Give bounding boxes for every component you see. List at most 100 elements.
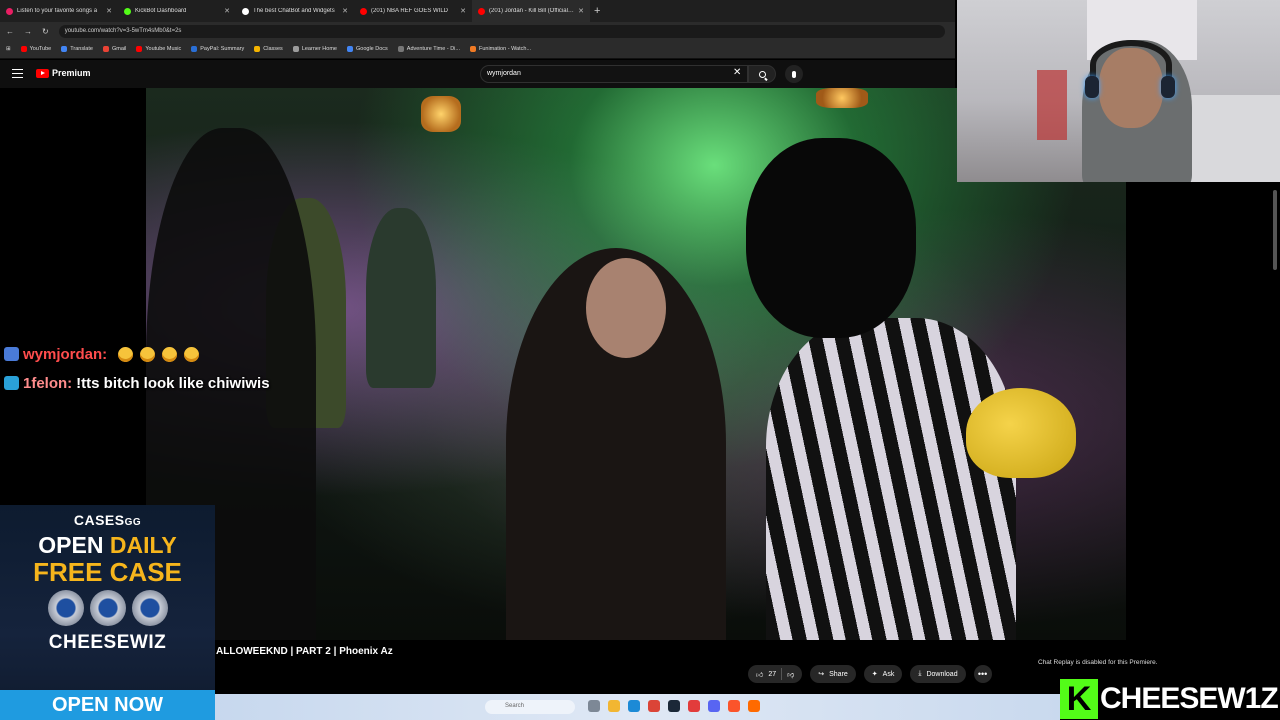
menu-icon[interactable] — [12, 69, 23, 78]
bookmark-icon — [397, 46, 404, 52]
more-actions-icon[interactable]: ••• — [973, 665, 992, 683]
headset-earcup — [1161, 76, 1175, 98]
steam-icon[interactable] — [668, 700, 680, 712]
task-view-icon[interactable] — [588, 700, 600, 712]
youtube-logo[interactable]: Premium — [36, 68, 91, 78]
bookmark-label: Classes — [263, 46, 283, 52]
favicon-icon — [478, 7, 485, 15]
ask-button[interactable]: ✦ Ask — [863, 665, 903, 683]
video-actions: 👍︎ 27 👎︎ ↪ Share ✦ Ask ⤓ Download ••• — [748, 664, 992, 684]
bookmark-label: Youtube Music — [145, 46, 182, 52]
bookmark-label: Adventure Time - Di... — [406, 46, 460, 52]
laughing-emoji-icon — [140, 346, 156, 362]
browser-tab[interactable]: (201) NBA REF GOES WILD ✕ — [354, 0, 472, 22]
bookmark-label: Funimation - Watch... — [478, 46, 532, 52]
kick-logo-icon: K — [1060, 679, 1098, 719]
video-title: ALLOWEEKND | PART 2 | Phoenix Az — [216, 646, 393, 657]
forward-icon[interactable]: → — [24, 27, 32, 36]
bookmark-icon — [254, 46, 261, 52]
video-frame-face — [586, 258, 666, 358]
like-count: 27 — [768, 670, 777, 678]
bookmark-icon — [136, 46, 143, 52]
youtube-play-icon — [36, 68, 49, 78]
favicon-icon — [124, 7, 131, 15]
app-icon[interactable] — [688, 700, 700, 712]
reload-icon[interactable]: ↻ — [42, 27, 49, 36]
taskbar-search-input[interactable]: Search — [485, 700, 575, 714]
close-tab-icon[interactable]: ✕ — [224, 7, 230, 15]
favicon-icon — [242, 7, 249, 15]
url-field[interactable]: youtube.com/watch?v=3-5wTm4sMb0&t=2s — [58, 24, 945, 38]
search-input[interactable]: wymjordan — [480, 65, 748, 83]
bookmark-label: YouTube — [29, 46, 52, 52]
bookmark-item[interactable]: Translate — [61, 46, 93, 52]
bookmark-icon — [469, 46, 476, 52]
tab-label: The best ChatBot and Widgets — [253, 8, 335, 14]
bookmark-item[interactable]: PayPal: Summary — [191, 46, 244, 52]
voice-search-button[interactable] — [785, 65, 803, 83]
bookmark-item[interactable]: Funimation - Watch... — [469, 46, 532, 52]
bookmark-item[interactable]: YouTube — [20, 46, 52, 52]
bookmark-label: Google Docs — [355, 46, 388, 52]
apps-icon[interactable]: ⊞ — [6, 46, 11, 52]
watch-icon — [47, 590, 84, 626]
chat-message: 1felon: !tts bitch look like chiwiwis — [4, 373, 270, 393]
close-tab-icon[interactable]: ✕ — [460, 7, 466, 15]
headset-icon — [1090, 40, 1172, 90]
ad-cta-button: OPEN NOW — [0, 690, 215, 720]
bookmark-label: PayPal: Summary — [200, 46, 245, 52]
favicon-icon — [360, 7, 367, 15]
bookmark-icon — [292, 46, 299, 52]
bookmark-icon — [61, 46, 68, 52]
thumbs-up-icon[interactable]: 👍︎ — [756, 670, 763, 679]
chat-text: !tts bitch look like chiwiwis — [76, 374, 270, 392]
bookmark-item[interactable]: Adventure Time - Di... — [397, 46, 460, 52]
clear-search-icon[interactable]: ✕ — [733, 67, 741, 78]
channel-banner: K CHEESEW1Z — [1060, 678, 1280, 720]
file-explorer-icon[interactable] — [608, 700, 620, 712]
ad-headline: OPEN DAILY — [0, 533, 215, 558]
back-icon[interactable]: ← — [6, 27, 14, 36]
close-tab-icon[interactable]: ✕ — [578, 7, 584, 15]
brave-icon[interactable] — [728, 700, 740, 712]
bookmark-item[interactable]: Classes — [254, 46, 283, 52]
laughing-emoji-icon — [118, 346, 134, 362]
bookmark-item[interactable]: Youtube Music — [136, 46, 181, 52]
browser-tab[interactable]: KickBot Dashboard ✕ — [118, 0, 236, 22]
watch-icon — [89, 590, 126, 626]
bookmark-item[interactable]: Google Docs — [346, 46, 388, 52]
close-tab-icon[interactable]: ✕ — [106, 7, 112, 15]
bookmark-item[interactable]: Learner Home — [292, 46, 337, 52]
chrome-icon[interactable] — [648, 700, 660, 712]
share-icon: ↪ — [818, 671, 825, 678]
close-tab-icon[interactable]: ✕ — [342, 7, 348, 15]
edge-icon[interactable] — [628, 700, 640, 712]
ad-watches — [0, 590, 215, 628]
browser-tab-active[interactable]: (201) Jordan - Kill Bill (Official M ✕ — [472, 0, 590, 22]
chat-message: wymjordan: — [4, 344, 270, 364]
thumbs-down-icon[interactable]: 👎︎ — [787, 670, 794, 679]
webcam-overlay — [957, 0, 1280, 182]
bookmark-icon — [20, 46, 27, 52]
bookmark-icon — [102, 46, 109, 52]
share-button[interactable]: ↪ Share — [810, 665, 856, 683]
subscriber-badge-icon — [4, 376, 19, 390]
browser-tab[interactable]: The best ChatBot and Widgets ✕ — [236, 0, 354, 22]
thumbs-up-badge-icon — [4, 347, 19, 361]
search-icon — [758, 70, 766, 78]
bookmark-item[interactable]: Gmail — [102, 46, 126, 52]
app-icon[interactable] — [748, 700, 760, 712]
new-tab-icon[interactable]: + — [594, 5, 600, 17]
chat-username: wymjordan: — [23, 345, 108, 363]
discord-icon[interactable] — [708, 700, 720, 712]
browser-tab[interactable]: Listen to your favorite songs a ✕ — [0, 0, 118, 22]
tab-label: (201) NBA REF GOES WILD — [371, 8, 449, 14]
search-button[interactable] — [748, 65, 776, 83]
download-icon: ⤓ — [918, 670, 922, 677]
bookmark-icon — [191, 46, 198, 52]
scrollbar-thumb[interactable] — [1273, 190, 1277, 270]
ad-code: CHEESEWIZ — [48, 632, 167, 653]
bookmarks-bar: ⊞ YouTube Translate Gmail Youtube Music … — [0, 40, 955, 59]
ad-brand-suffix: GG — [124, 517, 142, 528]
download-button[interactable]: ⤓ Download — [910, 665, 966, 683]
